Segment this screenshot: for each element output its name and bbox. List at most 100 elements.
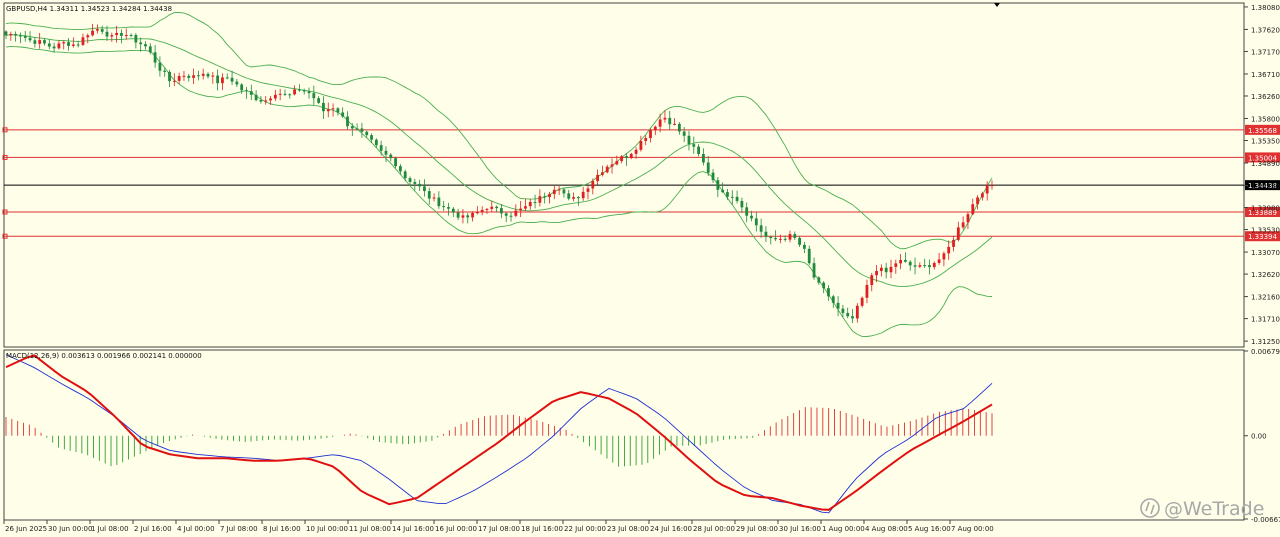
time-tick-label: 10 Jul 00:00 <box>306 525 348 533</box>
bear-candle <box>168 71 171 82</box>
bull-candle <box>221 77 224 84</box>
bull-candle <box>673 123 676 125</box>
time-tick-label: 23 Jul 08:00 <box>607 525 649 533</box>
bull-candle <box>952 239 955 247</box>
bull-candle <box>966 214 970 223</box>
bear-candle <box>451 208 455 213</box>
bear-candle <box>687 135 691 145</box>
bear-candle <box>702 154 705 163</box>
time-tick-label: 11 Jul 08:00 <box>349 525 391 533</box>
bull-candle <box>586 188 590 192</box>
bear-candle <box>28 37 32 41</box>
bear-candle <box>851 316 854 319</box>
bear-candle <box>562 189 566 194</box>
bear-candle <box>418 183 422 187</box>
bull-candle <box>182 75 186 77</box>
price-tick-label: 1.35350 <box>1251 138 1280 146</box>
lower-band-line <box>5 45 993 337</box>
bear-candle <box>384 150 388 155</box>
bear-candle <box>206 73 210 77</box>
bear-candle <box>711 172 715 181</box>
bear-candle <box>798 237 802 245</box>
bear-candle <box>928 265 931 268</box>
bull-candle <box>644 138 648 141</box>
bear-candle <box>774 238 777 240</box>
macd-tick-label: 0.006791 <box>1251 348 1280 356</box>
bull-candle <box>278 93 282 95</box>
bear-candle <box>399 166 402 172</box>
bull-candle <box>663 117 667 120</box>
middle-band-line <box>5 34 993 288</box>
bear-candle <box>196 75 200 77</box>
bear-candle <box>322 102 325 112</box>
bull-candle <box>264 100 268 102</box>
chart-canvas[interactable]: 1.355681.350041.344381.338891.33394 1.38… <box>0 0 1280 537</box>
bear-candle <box>730 196 734 198</box>
bear-candle <box>783 238 787 240</box>
price-tick-label: 1.31710 <box>1251 316 1280 324</box>
bull-candle <box>937 259 941 263</box>
bull-candle <box>918 265 922 267</box>
wetrade-logo-mark <box>1145 501 1155 515</box>
bear-candle <box>23 36 27 38</box>
bear-candle <box>187 75 191 78</box>
time-tick-label: 8 Jul 16:00 <box>263 525 301 533</box>
bear-candle <box>240 84 244 91</box>
watermark: @WeTrade <box>1140 498 1264 520</box>
bear-candle <box>283 93 287 95</box>
bear-candle <box>394 158 397 167</box>
bull-candle <box>485 208 489 210</box>
bear-candle <box>216 75 220 84</box>
bear-candle <box>4 31 8 36</box>
time-tick-label: 5 Aug 16:00 <box>908 525 951 533</box>
bear-candle <box>134 34 138 43</box>
bear-candle <box>100 29 104 32</box>
bear-candle <box>740 201 744 208</box>
bear-candle <box>831 296 835 303</box>
bull-candle <box>865 284 869 298</box>
bear-candle <box>52 46 56 49</box>
bull-candle <box>201 73 205 76</box>
bear-candle <box>495 206 498 209</box>
bull-candle <box>475 212 479 214</box>
level-price-label: 1.35568 <box>1248 127 1277 135</box>
bear-candle <box>668 117 672 125</box>
bear-candle <box>567 193 571 199</box>
bear-candle <box>144 44 147 47</box>
bull-candle <box>855 305 859 319</box>
price-tick-label: 1.33070 <box>1251 249 1280 257</box>
bull-candle <box>514 210 518 216</box>
time-tick-label: 1 Jul 08:00 <box>91 525 129 533</box>
bull-candle <box>557 189 561 191</box>
bear-candle <box>225 77 229 79</box>
bull-candle <box>192 75 195 78</box>
bear-candle <box>254 94 258 101</box>
time-tick-label: 24 Jul 16:00 <box>650 525 692 533</box>
bull-candle <box>605 166 609 173</box>
bear-candle <box>346 116 349 127</box>
price-tick-label: 1.32620 <box>1251 271 1280 279</box>
bear-candle <box>19 35 22 37</box>
time-tick-label: 16 Jul 00:00 <box>435 525 477 533</box>
bull-candle <box>870 275 874 285</box>
price-tick-label: 1.31250 <box>1251 338 1280 346</box>
price-axis: 1.38080 1.37620 1.37170 1.36710 1.36260 1.358… <box>1244 4 1280 346</box>
bull-candle <box>480 209 484 213</box>
macd-tick-label: 0.00 <box>1251 433 1267 441</box>
bull-candle <box>947 246 951 254</box>
bull-candle <box>326 109 330 112</box>
bull-candle <box>581 191 585 199</box>
bear-candle <box>764 231 768 237</box>
bear-candle <box>793 234 797 238</box>
bull-candle <box>591 181 595 189</box>
bear-candle <box>817 277 821 283</box>
bull-candle <box>86 35 90 38</box>
macd-header: MACD(12,26,9) 0.003613 0.001966 0.002141… <box>6 352 202 360</box>
chart-shift-marker-icon[interactable] <box>994 3 1000 7</box>
bull-candle <box>461 215 465 218</box>
trading-chart[interactable]: 1.35568 1.35004 1.34438 1.33889 1.33394 1.38… <box>0 0 1280 537</box>
bull-candle <box>293 89 296 95</box>
bear-candle <box>504 213 508 216</box>
bull-candle <box>956 227 960 240</box>
bear-candle <box>576 197 580 199</box>
